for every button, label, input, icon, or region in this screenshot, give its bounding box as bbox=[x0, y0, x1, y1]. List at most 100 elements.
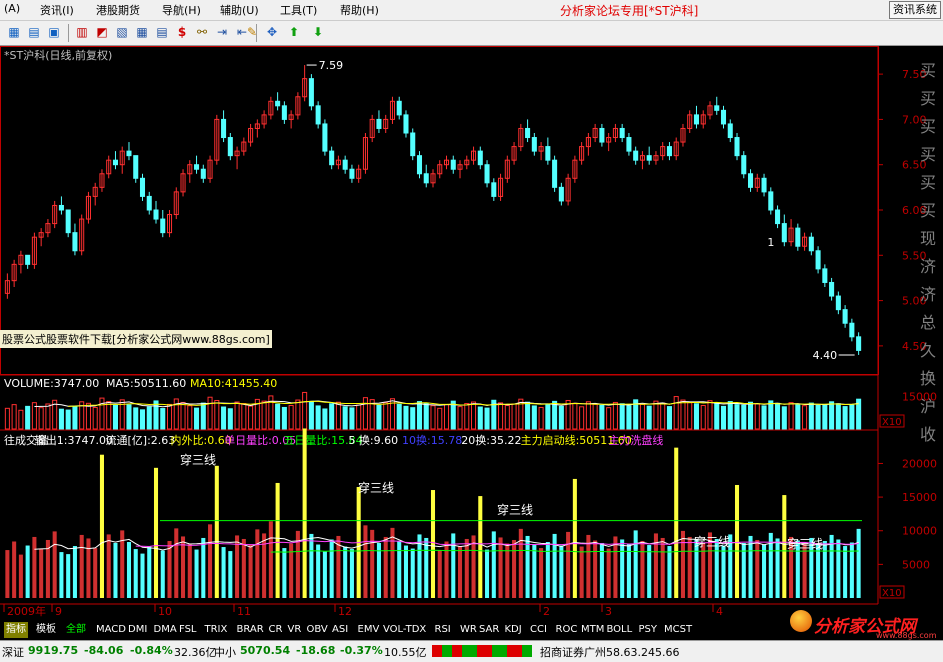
candle-body bbox=[146, 195, 152, 211]
sheet-icon[interactable]: ▤ bbox=[154, 24, 170, 40]
indicator-bar bbox=[12, 541, 17, 598]
tab-trix[interactable]: TRIX bbox=[203, 622, 230, 638]
candle-body bbox=[720, 109, 727, 125]
indicator-header-item: 20换:35.22 bbox=[461, 433, 521, 447]
menu-item-assist[interactable]: 辅助(U) bbox=[220, 2, 259, 18]
volume-bar bbox=[423, 402, 429, 430]
candle-body bbox=[646, 155, 652, 161]
tab-vol-tdx[interactable]: VOL-TDX bbox=[381, 622, 428, 638]
menu-item-news[interactable]: 资讯(I) bbox=[40, 2, 74, 18]
indicator-bar bbox=[302, 428, 307, 598]
volume-bar bbox=[808, 402, 814, 430]
tab-fsl[interactable]: FSL bbox=[177, 622, 199, 638]
indicator-bar bbox=[99, 454, 104, 598]
side-text-char: 买 bbox=[920, 117, 936, 136]
indicator-bar bbox=[241, 538, 246, 598]
arrow-up-icon[interactable]: ⬆ bbox=[286, 24, 302, 40]
link-icon[interactable]: ⚯ bbox=[194, 24, 210, 40]
tab-dma[interactable]: DMA bbox=[152, 622, 179, 638]
tab-模板[interactable]: 模板 bbox=[34, 622, 58, 638]
tab-sar[interactable]: SAR bbox=[477, 622, 501, 638]
list-icon[interactable]: ▤ bbox=[26, 24, 42, 40]
grid-icon[interactable]: ▦ bbox=[6, 24, 22, 40]
volume-bar bbox=[666, 406, 672, 430]
candle-body bbox=[423, 173, 429, 184]
tab-roc[interactable]: ROC bbox=[554, 622, 580, 638]
rsi-icon[interactable]: ▧ bbox=[114, 24, 130, 40]
indicator-bar bbox=[5, 550, 10, 598]
volume-bar bbox=[329, 403, 335, 430]
candle-body bbox=[775, 209, 781, 225]
volume-bar bbox=[234, 401, 240, 430]
indicator-bar bbox=[822, 540, 827, 598]
tab-obv[interactable]: OBV bbox=[305, 622, 330, 638]
volume-bar bbox=[85, 402, 91, 430]
tab-dmi[interactable]: DMI bbox=[126, 622, 149, 638]
volume-bar bbox=[592, 403, 598, 430]
zx-index-label: 中小 bbox=[214, 646, 236, 659]
side-text-char: 济 bbox=[920, 257, 936, 276]
volume-bar bbox=[558, 405, 564, 430]
menu-item-hk-futures[interactable]: 港股期货 bbox=[96, 2, 140, 18]
date-tick-label: 9 bbox=[55, 605, 62, 618]
tab-boll[interactable]: BOLL bbox=[605, 622, 635, 638]
menu-item-a[interactable]: (A) bbox=[4, 2, 20, 15]
dollar-icon[interactable]: $ bbox=[174, 24, 190, 40]
menu-item-tools[interactable]: 工具(T) bbox=[280, 2, 317, 18]
table-icon[interactable]: ▦ bbox=[134, 24, 150, 40]
info-icon[interactable]: ▣ bbox=[46, 24, 62, 40]
tab-wr[interactable]: WR bbox=[458, 622, 479, 638]
volume-bar bbox=[761, 405, 767, 430]
tab-rsi[interactable]: RSI bbox=[433, 622, 453, 638]
indicator-tick-label: 10000 bbox=[902, 525, 937, 538]
arrow-down-icon[interactable]: ⬇ bbox=[310, 24, 326, 40]
indicator-header-item: 10换:15.78 bbox=[402, 433, 462, 447]
side-text-char: 买 bbox=[920, 61, 936, 80]
pencil-icon[interactable]: ✎ bbox=[244, 24, 260, 40]
menu-item-navigate[interactable]: 导航(H) bbox=[162, 2, 201, 18]
tab-kdj[interactable]: KDJ bbox=[503, 622, 524, 638]
sz-index-amount: 32.36亿 bbox=[174, 646, 217, 659]
volume-bar bbox=[322, 408, 328, 430]
volume-bar bbox=[734, 404, 740, 430]
indicator-bar bbox=[194, 549, 199, 598]
trend-icon[interactable]: ◩ bbox=[94, 24, 110, 40]
volume-bar bbox=[11, 404, 17, 430]
news-system-button[interactable]: 资讯系统 bbox=[889, 1, 941, 19]
candle-body bbox=[633, 150, 639, 161]
tab-psy[interactable]: PSY bbox=[637, 622, 660, 638]
candle-body bbox=[139, 177, 146, 197]
export-icon[interactable]: ⇥ bbox=[214, 24, 230, 40]
candle-body bbox=[693, 114, 700, 125]
tab-vr[interactable]: VR bbox=[286, 622, 304, 638]
tab-macd[interactable]: MACD bbox=[94, 622, 128, 638]
volume-bar bbox=[450, 400, 456, 430]
date-tick-label: 12 bbox=[338, 605, 352, 618]
tab-emv[interactable]: EMV bbox=[356, 622, 382, 638]
indicator-bar bbox=[262, 533, 267, 598]
volume-bar bbox=[146, 406, 152, 430]
kline-icon[interactable]: ▥ bbox=[74, 24, 90, 40]
tab-brar[interactable]: BRAR bbox=[235, 622, 266, 638]
indicator-bar bbox=[606, 548, 611, 598]
tab-cr[interactable]: CR bbox=[267, 622, 285, 638]
indicator-bar bbox=[734, 484, 740, 598]
indicator-bar bbox=[410, 548, 415, 598]
tab-指标[interactable]: 指标 bbox=[4, 622, 28, 638]
tab-asi[interactable]: ASI bbox=[330, 622, 350, 638]
indicator-header-item: 流通[亿]:2.63 bbox=[106, 433, 176, 447]
menu-item-help[interactable]: 帮助(H) bbox=[340, 2, 379, 18]
move-icon[interactable]: ✥ bbox=[264, 24, 280, 40]
cross-three-lines-label: 穿三线 bbox=[694, 534, 730, 549]
candle-body bbox=[275, 100, 281, 107]
candle-body bbox=[450, 159, 456, 170]
tab-全部[interactable]: 全部 bbox=[64, 622, 88, 638]
indicator-bar bbox=[79, 534, 84, 598]
indicator-bar bbox=[451, 533, 456, 598]
tab-cci[interactable]: CCI bbox=[528, 622, 549, 638]
candle-body bbox=[714, 105, 720, 111]
volume-bar bbox=[727, 401, 733, 430]
tab-mcst[interactable]: MCST bbox=[662, 622, 694, 638]
tab-mtm[interactable]: MTM bbox=[579, 622, 606, 638]
status-bar: 深证 9919.75 -84.06 -0.84% 32.36亿 中小 5070.… bbox=[0, 640, 943, 662]
